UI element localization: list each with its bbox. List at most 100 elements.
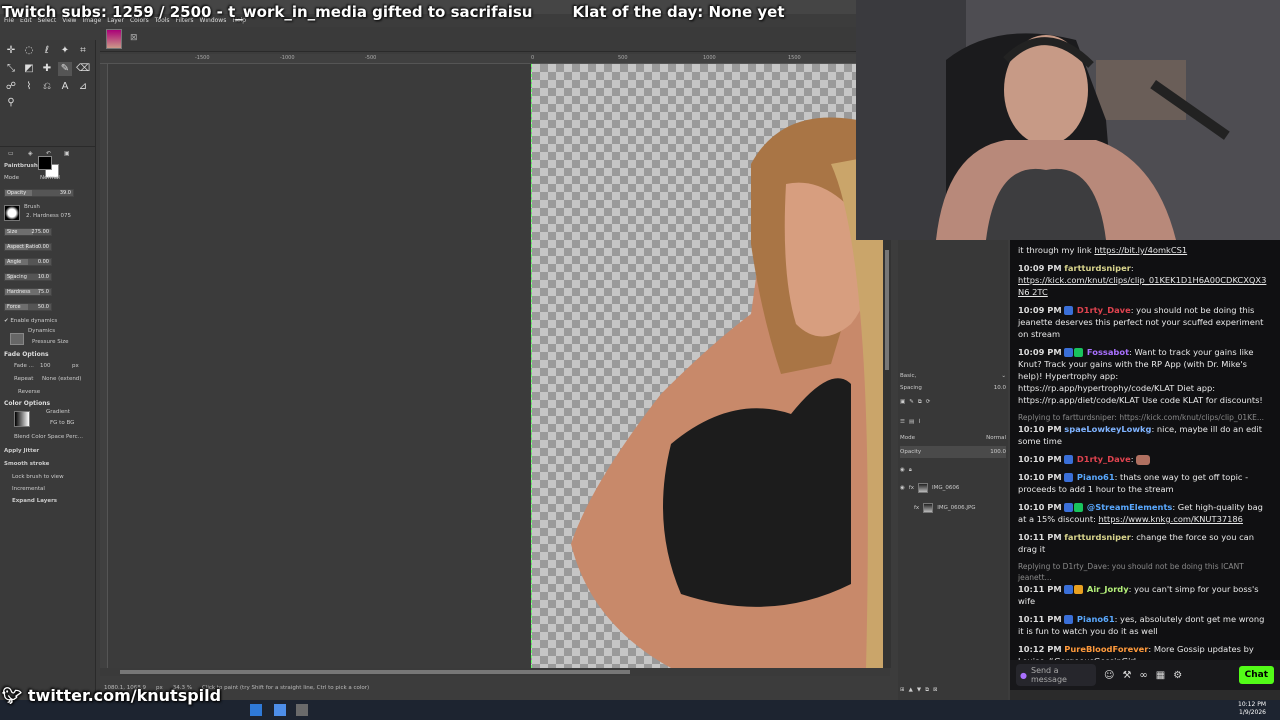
images-tab-icon[interactable]: ▣ xyxy=(64,150,70,157)
fade-unit[interactable]: px xyxy=(72,363,79,369)
delete-layer-icon[interactable]: ⊠ xyxy=(933,687,938,693)
measure-icon[interactable]: ⊿ xyxy=(76,80,90,94)
opacity-slider[interactable]: Opacity 39.0 xyxy=(4,189,74,197)
layer-row[interactable]: fx IMG_0606.JPG xyxy=(900,502,1006,514)
eraser-icon[interactable]: ⌫ xyxy=(76,62,90,76)
refresh-icon[interactable]: ⟳ xyxy=(926,399,931,405)
chat-username[interactable]: PureBloodForever xyxy=(1064,644,1148,654)
chat-link[interactable]: https://www.knkg.com/KNUT37186 xyxy=(1099,514,1243,524)
aspect-ratio-slider[interactable]: Aspect Ratio 0.00 xyxy=(4,243,52,251)
blend-color-space[interactable]: Blend Color Space Perc... xyxy=(14,434,83,440)
edit-icon[interactable]: ✎ xyxy=(909,399,914,405)
chat-link[interactable]: https://kick.com/knut/clips/clip_01KEK1D… xyxy=(1018,275,1266,297)
layers-tab-icon[interactable]: ☰ xyxy=(900,419,905,425)
chat-link[interactable]: https://bit.ly/4omkCS1 xyxy=(1094,245,1187,255)
gimp-taskbar-icon[interactable] xyxy=(296,704,308,716)
reply-context[interactable]: Replying to D1rty_Dave: you should not b… xyxy=(1018,561,1272,583)
settings-gear-icon[interactable]: ⚙ xyxy=(1173,670,1182,681)
horizontal-scrollbar[interactable] xyxy=(100,668,890,676)
fade-options-heading[interactable]: Fade Options xyxy=(4,351,49,358)
clone-icon[interactable]: ⎌ xyxy=(40,80,54,94)
move-tool-icon[interactable]: ✛ xyxy=(4,44,18,58)
tool-options-tab-icon[interactable]: ▭ xyxy=(8,150,14,157)
eye-icon[interactable]: ◉ xyxy=(900,467,905,473)
crop-icon[interactable]: ⌗ xyxy=(76,44,90,58)
chat-username[interactable]: fartturdsniper xyxy=(1064,263,1131,273)
chat-username[interactable]: spaeLowkeyLowkg xyxy=(1064,424,1151,434)
image-tab-thumbnail[interactable] xyxy=(106,29,122,49)
spacing-slider[interactable]: Spacing 10.0 xyxy=(4,273,52,281)
bucket-icon[interactable]: ◩ xyxy=(22,62,36,76)
raise-icon[interactable]: ▲ xyxy=(909,687,913,693)
gradient-value[interactable]: FG to BG xyxy=(50,420,74,426)
lock-icon[interactable]: 🔒︎ xyxy=(909,467,912,474)
dynamics-icon[interactable] xyxy=(10,333,24,345)
chat-input[interactable]: ● Send a message xyxy=(1016,664,1096,686)
chat-username[interactable]: D1rty_Dave xyxy=(1077,305,1131,315)
mode-select[interactable]: Normal xyxy=(40,175,60,181)
zoom-icon[interactable]: ⚲ xyxy=(4,96,18,110)
lasso-icon[interactable]: ℓ xyxy=(40,44,54,58)
transform-icon[interactable]: ⤡ xyxy=(4,62,18,76)
app-icon[interactable] xyxy=(274,704,286,716)
gradient-preview[interactable] xyxy=(14,411,30,427)
repeat-select[interactable]: None (extend) xyxy=(42,376,81,382)
text-tool-icon[interactable]: A xyxy=(58,80,72,94)
vertical-scrollbar[interactable] xyxy=(883,240,891,668)
layer-mode-select[interactable]: Normal xyxy=(986,435,1006,441)
chat-username[interactable]: Piano61 xyxy=(1077,614,1115,624)
mic-icon[interactable]: ● xyxy=(1020,671,1027,680)
chat-username[interactable]: @StreamElements xyxy=(1087,502,1172,512)
layer-opacity-slider[interactable]: Opacity 100.0 xyxy=(900,446,1006,458)
paths-tab-icon[interactable]: ⌇ xyxy=(918,419,921,425)
close-icon[interactable]: ⊠ xyxy=(130,33,138,43)
brush-preview[interactable] xyxy=(4,205,20,221)
eye-icon[interactable]: ◉ xyxy=(900,485,905,491)
paintbrush-icon[interactable]: ✎ xyxy=(58,62,72,76)
link-icon[interactable]: ∞ xyxy=(1139,670,1147,681)
smooth-stroke-checkbox[interactable]: Smooth stroke xyxy=(4,461,49,467)
brush-name[interactable]: 2. Hardness 075 xyxy=(26,213,71,219)
device-status-icon[interactable]: ◈ xyxy=(28,150,33,157)
new-icon[interactable]: ▣ xyxy=(900,399,905,405)
force-slider[interactable]: Force 50.0 xyxy=(4,303,52,311)
dynamics-value[interactable]: Pressure Size xyxy=(32,339,69,345)
fade-length-value[interactable]: 100 xyxy=(40,363,51,369)
horizontal-ruler[interactable]: -1500 -1000 -500 0 500 1000 1500 xyxy=(100,54,856,64)
system-clock[interactable]: 10:12 PM 1/9/2026 xyxy=(1238,701,1266,717)
enable-dynamics-checkbox[interactable]: ✔ Enable dynamics xyxy=(4,318,57,324)
chat-username[interactable]: Fossabot xyxy=(1087,347,1129,357)
hardness-slider[interactable]: Hardness 75.0 xyxy=(4,288,52,296)
dock-spacing-slider[interactable]: Spacing 10.0 xyxy=(900,382,1006,394)
emote-picker-icon[interactable]: ☺ xyxy=(1104,670,1114,681)
app-icon[interactable] xyxy=(250,704,262,716)
angle-slider[interactable]: Angle 0.00 xyxy=(4,258,52,266)
lock-brush-checkbox[interactable]: Lock brush to view xyxy=(12,474,64,480)
path-icon[interactable]: ⌇ xyxy=(22,80,36,94)
chat-username[interactable]: Piano61 xyxy=(1077,472,1115,482)
fuzzy-select-icon[interactable]: ✦ xyxy=(58,44,72,58)
ellipse-select-icon[interactable]: ◌ xyxy=(22,44,36,58)
vertical-ruler[interactable] xyxy=(100,64,108,668)
duplicate-layer-icon[interactable]: ⧉ xyxy=(925,687,929,694)
reply-context[interactable]: Replying to fartturdsniper: https://kick… xyxy=(1018,412,1272,423)
lower-icon[interactable]: ▼ xyxy=(917,687,921,693)
apply-jitter-checkbox[interactable]: Apply Jitter xyxy=(4,448,39,454)
gift-icon[interactable]: ▦ xyxy=(1156,670,1165,681)
heal-icon[interactable]: ✚ xyxy=(40,62,54,76)
channels-tab-icon[interactable]: ▤ xyxy=(909,419,914,425)
size-slider[interactable]: Size 275.00 xyxy=(4,228,52,236)
new-layer-icon[interactable]: ⊞ xyxy=(900,687,905,693)
chat-username[interactable]: Air_Jordy xyxy=(1087,584,1129,594)
duplicate-icon[interactable]: ⧉ xyxy=(918,399,922,406)
commands-icon[interactable]: ⚒ xyxy=(1122,670,1131,681)
chat-username[interactable]: fartturdsniper xyxy=(1064,532,1131,542)
undo-history-icon[interactable]: ↶ xyxy=(46,150,51,157)
layer-row[interactable]: ◉ fx IMG_0606 xyxy=(900,482,1006,494)
reverse-checkbox[interactable]: Reverse xyxy=(18,389,40,395)
brush-preset-select[interactable]: Basic, ⌄ xyxy=(900,370,1006,382)
chat-username[interactable]: D1rty_Dave xyxy=(1077,454,1131,464)
smudge-icon[interactable]: ☍ xyxy=(4,80,18,94)
chat-send-button[interactable]: Chat xyxy=(1238,666,1274,684)
expand-layers-checkbox[interactable]: Expand Layers xyxy=(12,498,57,504)
